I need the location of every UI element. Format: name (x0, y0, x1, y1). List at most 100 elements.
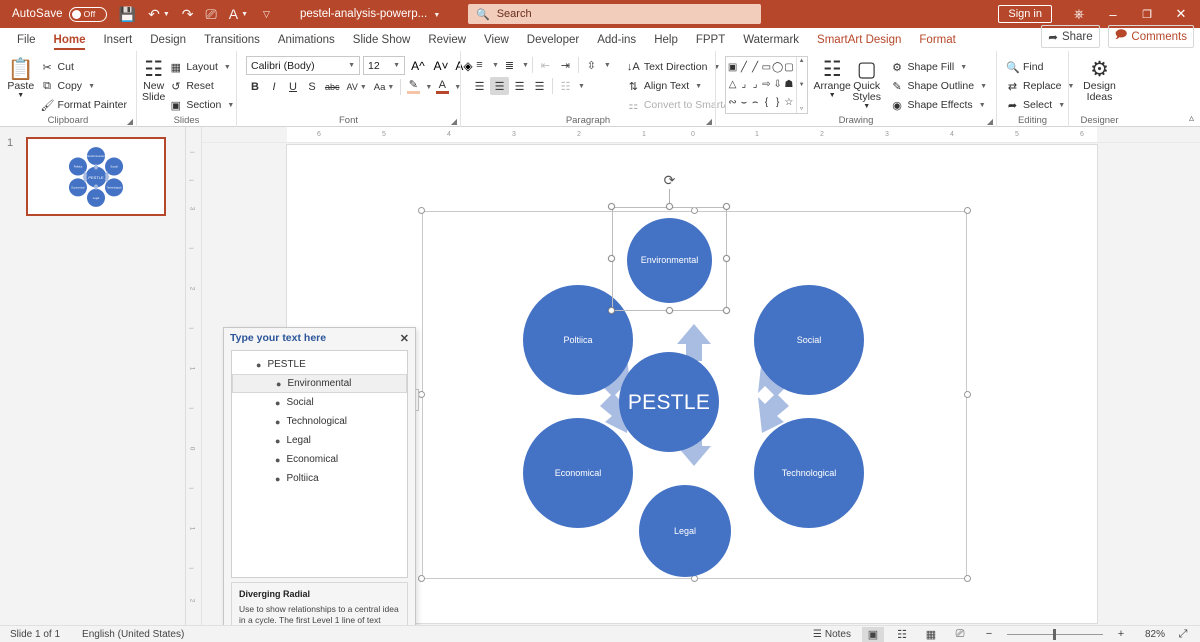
quick-styles-button[interactable]: ▢ Quick Styles ▼ (851, 56, 883, 111)
tab-home[interactable]: Home (45, 32, 95, 50)
shape-elbow-arrow-icon[interactable]: ⌟ (750, 76, 761, 93)
vertical-ruler[interactable]: ─ ─ 3 ─ 2 ─ 1 ─ 0 ─ 1 ─ 2 (186, 127, 202, 625)
tab-slide-show[interactable]: Slide Show (344, 32, 420, 50)
selection-handle-sw[interactable] (608, 307, 615, 314)
italic-button[interactable]: I (265, 78, 283, 96)
tab-help[interactable]: Help (645, 32, 687, 50)
text-pane-item-pestle[interactable]: ● PESTLE (232, 355, 407, 374)
shape-elbow-icon[interactable]: ⌟ (738, 76, 749, 93)
tab-smartart-design[interactable]: SmartArt Design (808, 32, 910, 50)
redo-button[interactable]: ↷ (176, 2, 200, 26)
text-pane-item-social[interactable]: ● Social (232, 393, 407, 412)
start-presentation-button[interactable]: ⎚ (200, 2, 223, 26)
shapes-scrollbar[interactable]: ▲ ▼ ▿ (795, 57, 807, 113)
copy-button[interactable]: ⧉ Copy ▼ (37, 77, 131, 95)
tab-file[interactable]: File (8, 32, 45, 50)
text-pane-item-poltiica[interactable]: ● Poltiica (232, 469, 407, 488)
align-center-button[interactable]: ☰ (490, 77, 509, 95)
text-pane-item-technological[interactable]: ● Technological (232, 412, 407, 431)
selection-handle-nw[interactable] (608, 203, 615, 210)
scroll-up-icon[interactable]: ▲ (799, 58, 805, 64)
close-button[interactable]: ✕ (1164, 0, 1198, 28)
cut-button[interactable]: ✂ Cut (37, 58, 131, 76)
bold-button[interactable]: B (246, 78, 264, 96)
layout-button[interactable]: ▦ Layout ▼ (165, 58, 238, 76)
slide-thumbnail-1[interactable]: PESTLE Environmental Social Technologica… (26, 137, 166, 216)
tab-review[interactable]: Review (419, 32, 475, 50)
decrease-font-size-button[interactable]: A˅ (431, 56, 451, 75)
selection-handle-se[interactable] (723, 307, 730, 314)
text-highlight-button[interactable]: ✎ (404, 78, 422, 96)
character-spacing-button[interactable]: AV ▼ (344, 78, 370, 96)
notes-button[interactable]: ☰ Notes (809, 627, 855, 642)
smartart-node-technological[interactable]: Technological (754, 418, 864, 528)
smartart-graphic[interactable]: ▸ PESTLE (408, 172, 971, 582)
shape-rectangle-icon[interactable]: ▭ (761, 59, 772, 76)
change-case-button[interactable]: Aa ▼ (371, 78, 398, 96)
view-normal-button[interactable]: ▣ (862, 626, 884, 642)
columns-button[interactable]: ☷ (556, 77, 575, 95)
find-button[interactable]: 🔍 Find (1002, 58, 1078, 76)
document-title[interactable]: pestel-analysis-powerp... ▼ (300, 8, 440, 20)
slide-info[interactable]: Slide 1 of 1 (10, 629, 60, 640)
shape-scribble-icon[interactable]: ∾ (727, 94, 738, 111)
text-pane-close-button[interactable]: ✕ (400, 332, 409, 345)
rotate-handle[interactable]: ⟳ (662, 172, 677, 188)
shape-textbox-icon[interactable]: ▣ (727, 59, 738, 76)
smartart-node-center[interactable]: PESTLE (619, 352, 719, 452)
tab-view[interactable]: View (475, 32, 518, 50)
shape-effects-button[interactable]: ◉ Shape Effects ▼ (887, 96, 992, 114)
shape-curve-icon[interactable]: ⌣ (738, 94, 749, 111)
shapes-gallery[interactable]: ▣ ╱ ╱ ▭ ◯ ▢ △ ⌟ ⌟ ⇨ ⇩ ☗ ∾ ⌣ ⌢ {} ☆ ▲ ▼ … (725, 56, 808, 114)
tab-format[interactable]: Format (910, 32, 964, 50)
selection-handle-ne[interactable] (723, 203, 730, 210)
font-name-input[interactable]: Calibri (Body) ▼ (246, 56, 360, 75)
ribbon-display-options-button[interactable]: ⎈ (1062, 0, 1096, 28)
shape-star-icon[interactable]: ☆ (783, 94, 794, 111)
share-button[interactable]: ➦ Share (1041, 25, 1100, 48)
customize-quick-access-button[interactable]: ▽ (254, 2, 276, 26)
shape-outline-button[interactable]: ✎ Shape Outline ▼ (887, 77, 992, 95)
zoom-slider[interactable] (1007, 628, 1103, 640)
sign-in-button[interactable]: Sign in (998, 5, 1052, 23)
scroll-down-icon[interactable]: ▼ (799, 82, 805, 88)
tab-design[interactable]: Design (141, 32, 195, 50)
shape-right-brace-icon[interactable]: } (772, 94, 783, 111)
drawing-dialog-launcher[interactable]: ◢ (987, 117, 993, 126)
tab-animations[interactable]: Animations (269, 32, 344, 50)
smartart-node-economical[interactable]: Economical (523, 418, 633, 528)
text-shadow-button[interactable]: S (303, 78, 321, 96)
shape-arrow-icon[interactable]: ╱ (750, 59, 761, 76)
smartart-node-legal[interactable]: Legal (639, 485, 731, 577)
design-ideas-button[interactable]: ⚙ Design Ideas (1076, 56, 1124, 103)
selection-handle-s[interactable] (666, 307, 673, 314)
tab-fppt[interactable]: FPPT (687, 32, 734, 50)
paste-button[interactable]: 📋 Paste ▼ (5, 56, 37, 100)
font-color-button[interactable]: A (433, 78, 451, 96)
text-pane-item-legal[interactable]: ● Legal (232, 431, 407, 450)
shape-right-arrow-icon[interactable]: ⇨ (761, 76, 772, 93)
zoom-in-button[interactable]: + (1110, 627, 1132, 642)
select-button[interactable]: ➦ Select ▼ (1002, 96, 1078, 114)
minimize-button[interactable]: – (1096, 0, 1130, 28)
font-size-input[interactable]: 12 ▼ (363, 56, 405, 75)
clipboard-dialog-launcher[interactable]: ◢ (127, 117, 133, 126)
shape-arc-icon[interactable]: ⌢ (750, 94, 761, 111)
fit-to-window-button[interactable]: ⤢ (1172, 627, 1194, 642)
shape-rounded-rect-icon[interactable]: ▢ (783, 59, 794, 76)
tab-developer[interactable]: Developer (518, 32, 588, 50)
comments-button[interactable]: 🗩 Comments (1107, 25, 1194, 48)
align-left-button[interactable]: ☰ (470, 77, 489, 95)
restore-button[interactable]: ❐ (1130, 0, 1164, 28)
shape-left-brace-icon[interactable]: { (761, 94, 772, 111)
horizontal-ruler[interactable]: 6 5 4 3 2 1 0 1 2 3 4 5 6 (202, 127, 1200, 143)
smartart-node-social[interactable]: Social (754, 285, 864, 395)
language-indicator[interactable]: English (United States) (82, 629, 184, 640)
tab-insert[interactable]: Insert (94, 32, 141, 50)
strikethrough-button[interactable]: abc (322, 78, 343, 96)
decrease-indent-button[interactable]: ⇤ (536, 56, 555, 74)
zoom-level[interactable]: 82% (1139, 629, 1165, 640)
increase-font-size-button[interactable]: A^ (408, 56, 428, 75)
save-button[interactable]: 💾 (113, 2, 142, 26)
section-button[interactable]: ▣ Section ▼ (165, 96, 238, 114)
